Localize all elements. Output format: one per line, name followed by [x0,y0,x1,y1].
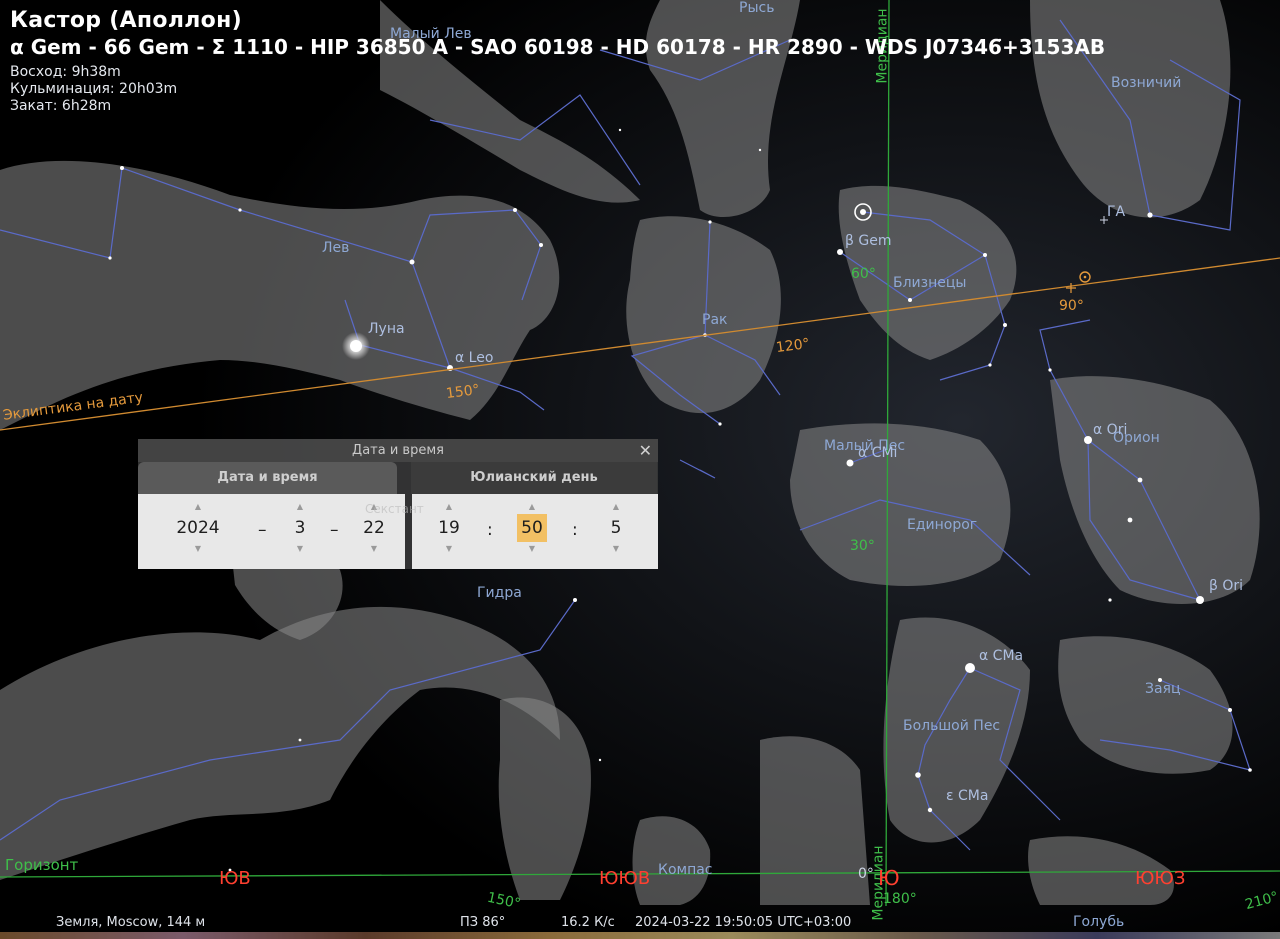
cardinal-south-southwest: ЮЮЗ [1135,868,1186,889]
minute-up-icon[interactable]: ▲ [517,500,547,514]
dialog-title: Дата и время [352,443,444,458]
constellation-label-sextans[interactable]: Секстант [365,502,424,516]
time-separator-2: : [572,520,578,540]
tab-date-time[interactable]: Дата и время [138,462,397,494]
month-spinner[interactable]: ▲ 3 ▼ [288,494,312,569]
close-icon[interactable]: ✕ [639,439,652,462]
month-down-icon[interactable]: ▼ [288,542,312,556]
constellation-label-auriga[interactable]: Возничий [1111,75,1181,91]
constellation-label-cancer[interactable]: Рак [702,312,727,328]
cardinal-southeast: ЮВ [219,868,251,889]
moon-label[interactable]: Луна [368,321,405,337]
date-separator-1: – [258,520,267,540]
star-label-alpha-ori[interactable]: α Ori [1093,422,1127,438]
second-spinner[interactable]: ▲ 5 ▼ [604,494,628,569]
status-datetime: 2024-03-22 19:50:05 UTC+03:00 [635,915,852,930]
hour-up-icon[interactable]: ▲ [434,500,464,514]
minute-spinner[interactable]: ▲ 50 ▼ [517,494,547,569]
star-label-alpha-cma[interactable]: α CMa [979,648,1023,664]
second-up-icon[interactable]: ▲ [604,500,628,514]
transit-time: Кульминация: 20h03m [10,81,178,97]
star-label-epsilon-cma[interactable]: ε CMa [946,788,988,804]
hour-value[interactable]: 19 [434,514,464,542]
compass-zero-label: 0° [858,866,874,882]
constellation-label-leo[interactable]: Лев [322,240,349,256]
taskbar-strip[interactable] [0,932,1280,939]
minute-down-icon[interactable]: ▼ [517,542,547,556]
cardinal-south-southeast: ЮЮВ [599,868,651,889]
date-separator-2: – [330,520,339,540]
castor-star[interactable] [860,209,866,215]
year-down-icon[interactable]: ▼ [170,542,226,556]
galactic-anticenter-label[interactable]: ГА [1107,204,1125,220]
ecliptic-tick-90: 90° [1059,298,1084,314]
time-panel: ▲ 19 ▼ : ▲ 50 ▼ : ▲ 5 ▼ [412,494,658,569]
time-separator-1: : [487,520,493,540]
minute-value[interactable]: 50 [517,514,547,542]
constellation-label-canis-major[interactable]: Большой Пес [903,718,1000,734]
meridian-tick-60: 60° [851,266,876,282]
constellation-label-lepus[interactable]: Заяц [1145,681,1181,697]
constellation-label-pyxis[interactable]: Компас [658,862,713,878]
set-time: Закат: 6h28m [10,98,112,114]
constellation-label-gemini[interactable]: Близнецы [893,275,966,291]
hour-spinner[interactable]: ▲ 19 ▼ [434,494,464,569]
second-down-icon[interactable]: ▼ [604,542,628,556]
day-down-icon[interactable]: ▼ [358,542,390,556]
horizon-label: Горизонт [5,856,79,874]
object-info-panel: Кастор (Аполлон) α Gem - 66 Gem - Σ 1110… [10,8,1105,115]
cardinal-south: Ю [878,866,900,890]
status-fov: ПЗ 86° [460,915,506,930]
rise-time: Восход: 9h38m [10,64,121,80]
star-label-alpha-leo[interactable]: α Leo [455,350,493,366]
star-label-alpha-cmi[interactable]: α CMi [858,445,897,461]
horizon-tick-180: 180° [883,891,917,907]
year-up-icon[interactable]: ▲ [170,500,226,514]
meridian-tick-30: 30° [850,538,875,554]
month-value[interactable]: 3 [288,514,312,542]
constellation-label-hydra[interactable]: Гидра [477,585,522,601]
tab-julian-day[interactable]: Юлианский день [411,462,657,494]
dialog-tabs: Дата и время Юлианский день [138,462,658,494]
object-title: Кастор (Аполлон) [10,8,242,33]
dialog-title-bar[interactable]: Дата и время ✕ [138,439,658,462]
status-fps: 16.2 К/с [561,915,615,930]
status-location: Земля, Moscow, 144 м [56,915,206,930]
second-value[interactable]: 5 [604,514,628,542]
year-spinner[interactable]: ▲ 2024 ▼ [170,494,226,569]
hour-down-icon[interactable]: ▼ [434,542,464,556]
moon-disc [350,340,362,352]
month-up-icon[interactable]: ▲ [288,500,312,514]
star-label-beta-gem[interactable]: β Gem [845,233,891,249]
constellation-label-monoceros[interactable]: Единорог [907,517,977,533]
star-label-beta-ori[interactable]: β Ori [1209,578,1243,594]
sun-symbol-dot [1083,275,1087,279]
day-value[interactable]: 22 [358,514,390,542]
year-value[interactable]: 2024 [170,514,226,542]
object-designations: α Gem - 66 Gem - Σ 1110 - HIP 36850 A - … [10,35,1106,59]
